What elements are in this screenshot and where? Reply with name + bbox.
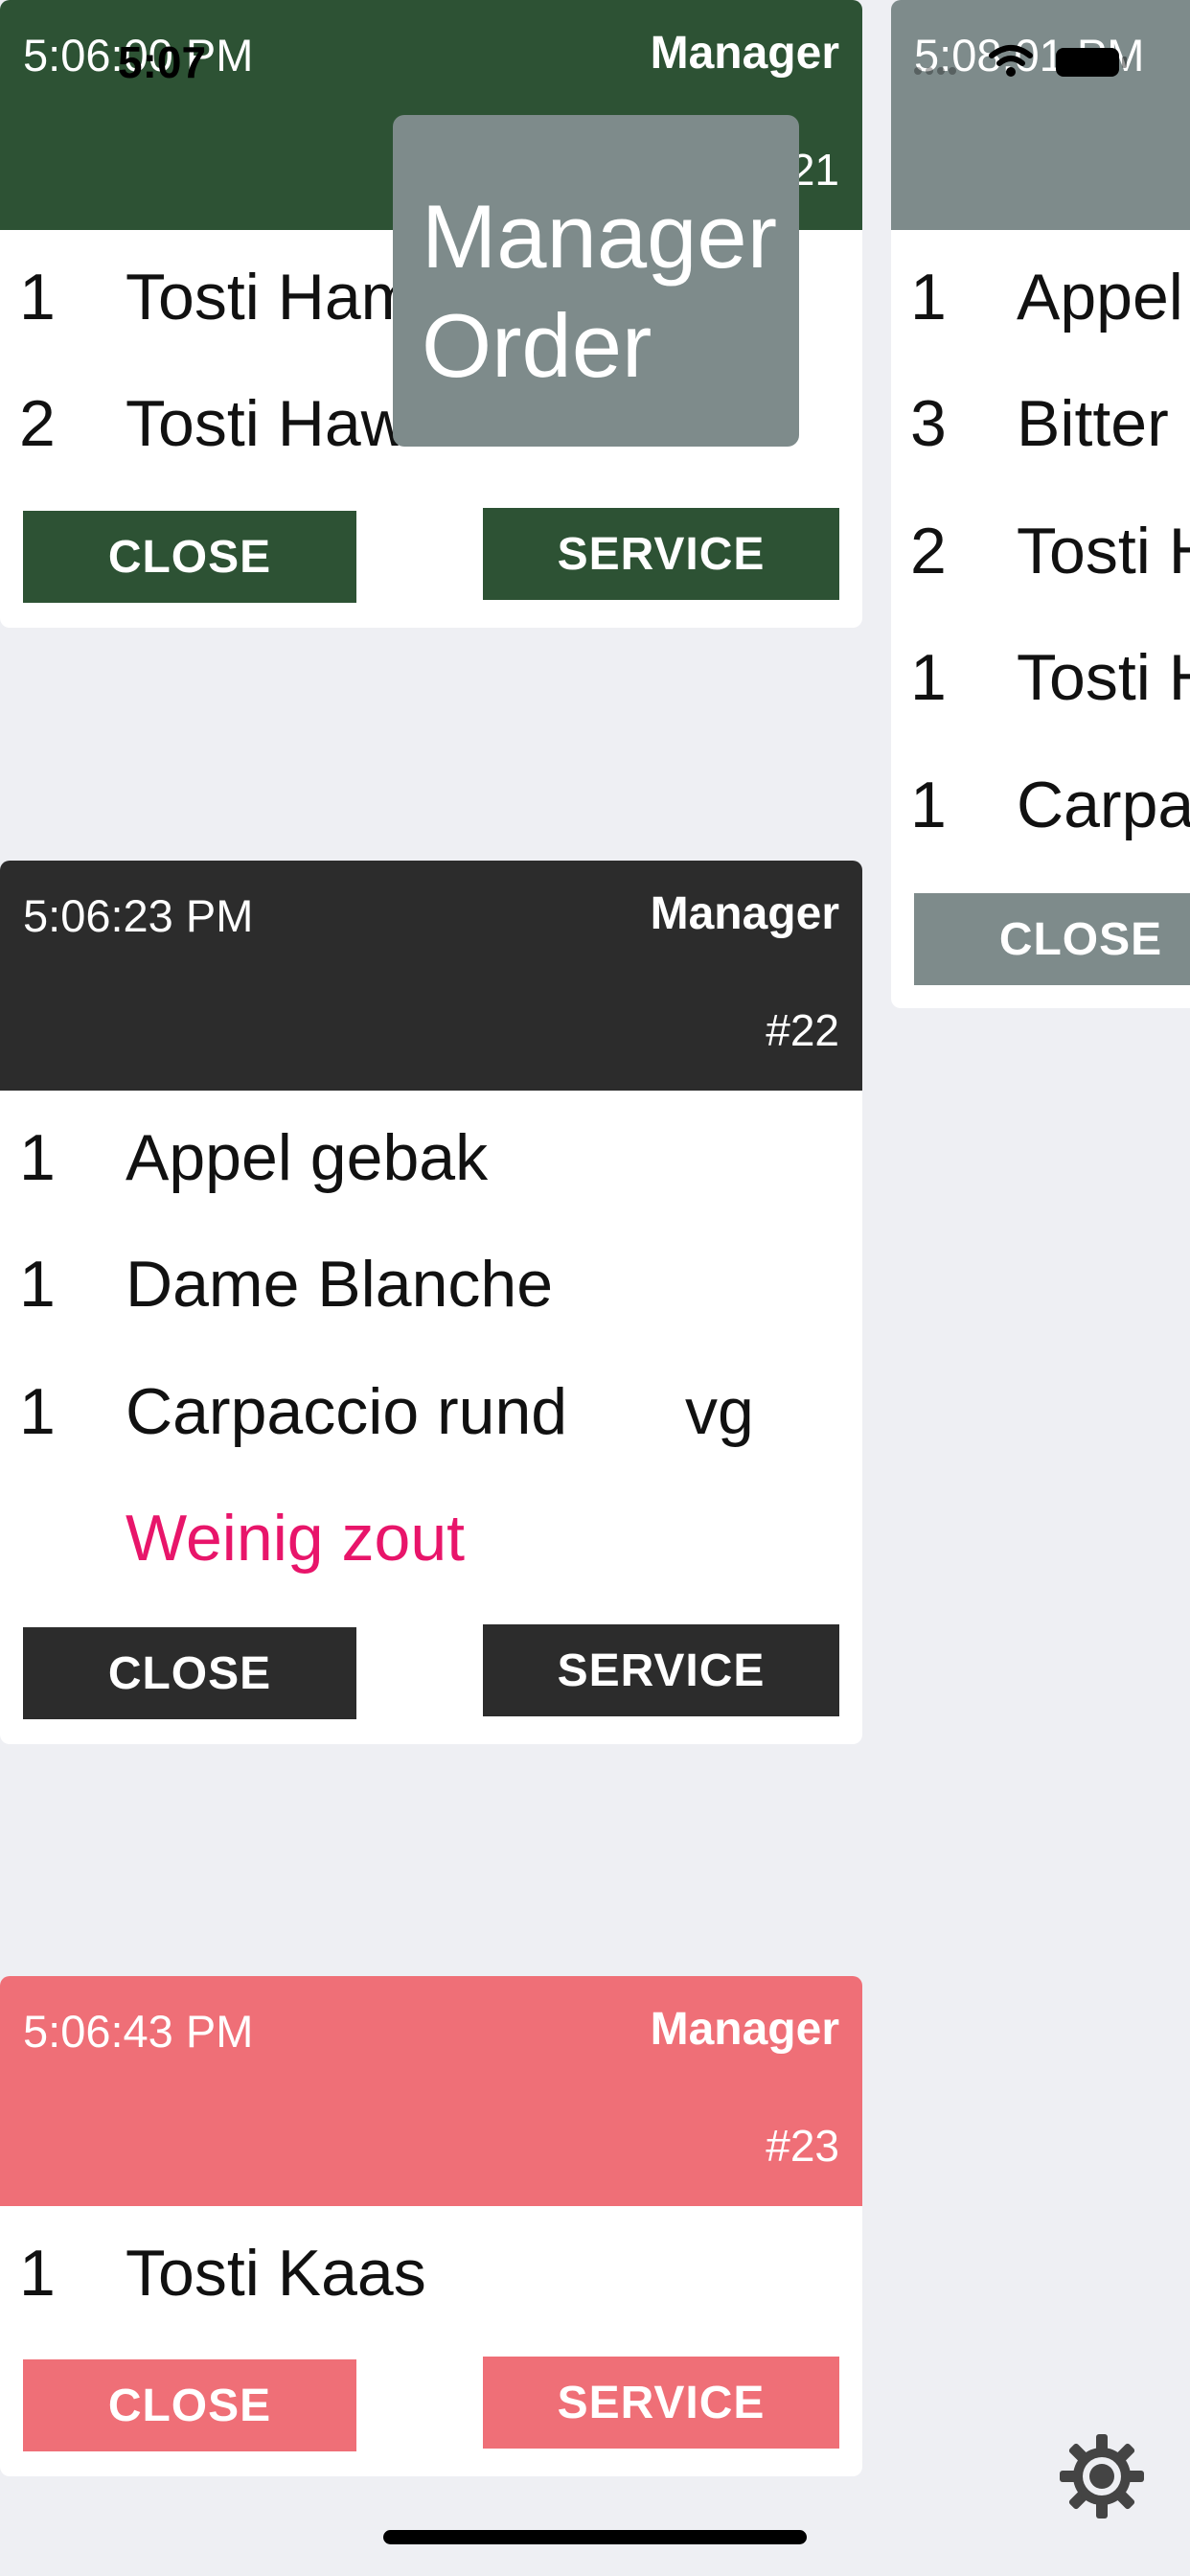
- item-qty: 1: [19, 2237, 56, 2310]
- wifi-icon: [989, 45, 1033, 77]
- order-card-23: 5:06:43 PM Manager #23 1 Tosti Kaas CLOS…: [0, 1976, 862, 2476]
- cellular-icon: [914, 67, 956, 75]
- item-name: Tosti Ham: [126, 261, 416, 334]
- home-indicator[interactable]: [383, 2530, 807, 2544]
- order-time: 5:06:23 PM: [23, 890, 254, 941]
- order-header: 5:08:01 PM: [891, 0, 1190, 230]
- order-number: #23: [766, 2121, 839, 2171]
- overlay-line-2: Order: [422, 295, 652, 396]
- close-button[interactable]: CLOSE: [23, 2359, 356, 2451]
- item-qty: 1: [910, 769, 947, 841]
- item-qty: 1: [19, 261, 56, 334]
- item-name: Tosti H: [1017, 515, 1190, 587]
- item-qty: 2: [910, 515, 947, 587]
- item-modifier: vg: [685, 1375, 754, 1448]
- order-header: 5:06:43 PM Manager #23: [0, 1976, 862, 2206]
- close-button[interactable]: CLOSE: [23, 511, 356, 603]
- item-qty: 1: [910, 641, 947, 714]
- item-qty: 2: [19, 387, 56, 460]
- settings-button[interactable]: [1058, 2432, 1146, 2525]
- service-button[interactable]: SERVICE: [483, 2357, 839, 2449]
- order-role: Manager: [650, 888, 839, 939]
- item-name: Dame Blanche: [126, 1248, 554, 1321]
- item-name: Tosti Haw: [126, 387, 408, 460]
- item-qty: 1: [910, 261, 947, 334]
- battery-icon: [1056, 48, 1127, 77]
- item-qty: 1: [19, 1375, 56, 1448]
- manager-order-overlay: Manager Order: [393, 115, 799, 447]
- item-name: Appel: [1017, 261, 1183, 334]
- item-name: Tosti H: [1017, 641, 1190, 714]
- order-header: 5:06:23 PM Manager #22: [0, 861, 862, 1091]
- item-qty: 3: [910, 387, 947, 460]
- order-card-22: 5:06:23 PM Manager #22 1 Appel gebak 1 D…: [0, 861, 862, 1744]
- note-text: Weinig zout: [126, 1502, 466, 1575]
- service-button[interactable]: SERVICE: [483, 508, 839, 600]
- item-name: Carpaccio rund: [126, 1375, 568, 1448]
- item-name: Appel gebak: [126, 1121, 489, 1194]
- order-role: Manager: [650, 28, 839, 79]
- gear-icon: [1060, 2434, 1144, 2518]
- item-qty: 1: [19, 1248, 56, 1321]
- item-name: Carpa: [1017, 769, 1190, 841]
- item-qty: 1: [19, 1121, 56, 1194]
- item-name: Tosti Kaas: [126, 2237, 426, 2310]
- order-role: Manager: [650, 2004, 839, 2055]
- service-button[interactable]: SERVICE: [483, 1624, 839, 1716]
- status-bar-time: 5:07: [118, 37, 207, 87]
- order-card-partial: 5:08:01 PM 1 Appel 3 Bitter 2 Tosti H 1 …: [891, 0, 1190, 1008]
- order-time: 5:06:43 PM: [23, 2006, 254, 2057]
- overlay-line-1: Manager: [422, 186, 777, 287]
- item-name: Bitter: [1017, 387, 1169, 460]
- close-button[interactable]: CLOSE: [914, 893, 1190, 985]
- close-button[interactable]: CLOSE: [23, 1627, 356, 1719]
- order-number: #22: [766, 1005, 839, 1055]
